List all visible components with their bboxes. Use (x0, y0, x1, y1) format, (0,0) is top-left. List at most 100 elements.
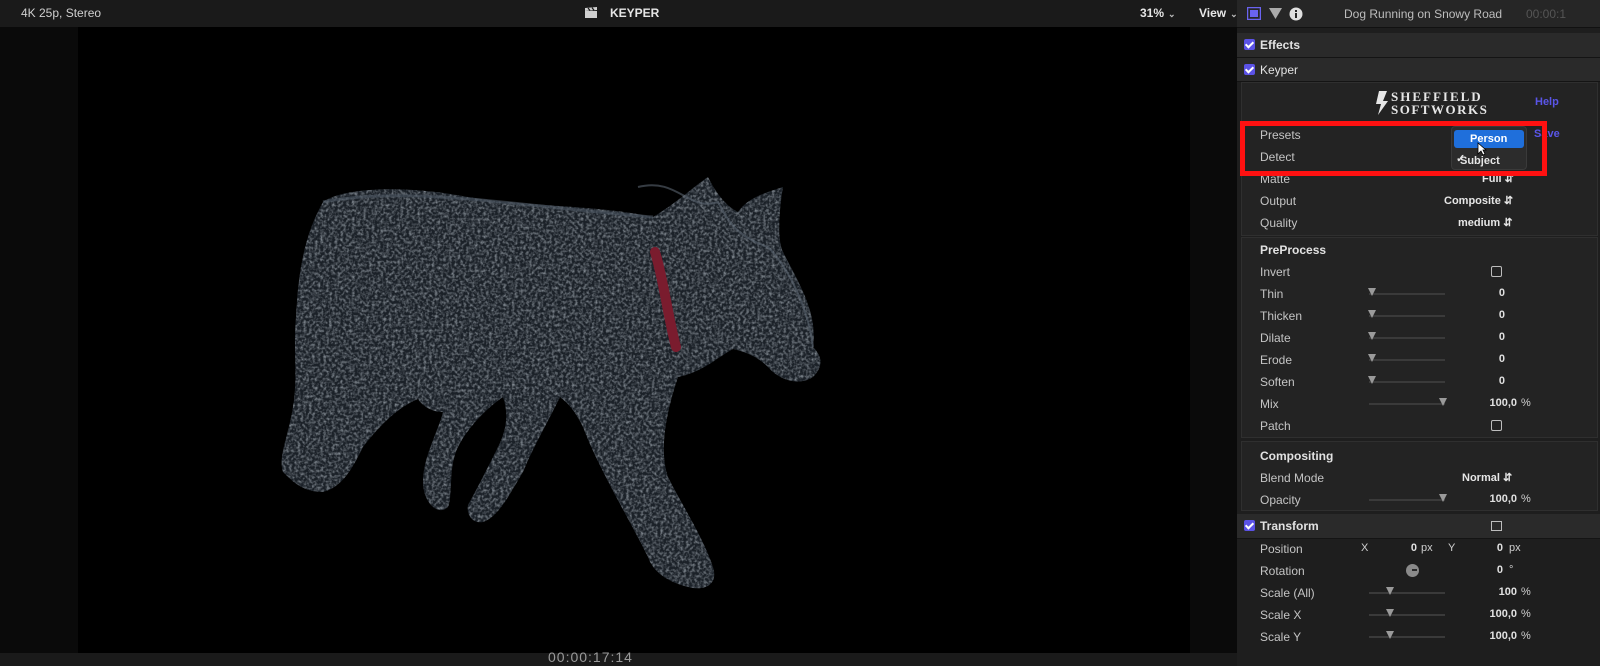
erode-slider[interactable] (1368, 354, 1445, 362)
video-inspector-icon[interactable] (1247, 7, 1261, 20)
scale-y-label: Scale Y (1260, 630, 1302, 644)
soften-value[interactable]: 0 (1475, 375, 1505, 387)
scale-all-slider-thumb[interactable] (1386, 587, 1394, 595)
keyper-checkbox[interactable] (1244, 64, 1255, 75)
scale-all-slider[interactable] (1369, 587, 1445, 595)
svg-text:SOFTWORKS: SOFTWORKS (1391, 102, 1488, 117)
thicken-label: Thicken (1260, 309, 1303, 323)
opacity-value[interactable]: 100,0 (1455, 493, 1517, 505)
mix-slider-thumb[interactable] (1439, 398, 1447, 406)
inspector-header: Dog Running on Snowy Road 00:00:1 (1237, 0, 1600, 28)
viewer-title: KEYPER (610, 6, 660, 20)
transform-label: Transform (1260, 519, 1319, 533)
onscreen-controls-icon[interactable] (1491, 521, 1502, 531)
position-x-value[interactable]: 0 (1397, 542, 1417, 554)
thin-slider[interactable] (1368, 288, 1445, 296)
filter-icon[interactable] (1269, 7, 1282, 20)
scale-all-value[interactable]: 100 (1455, 586, 1517, 598)
patch-checkbox[interactable] (1491, 420, 1502, 431)
soften-label: Soften (1260, 375, 1295, 389)
opacity-slider-thumb[interactable] (1439, 494, 1447, 502)
dog-keyed-image (281, 177, 821, 589)
soften-slider[interactable] (1368, 376, 1445, 384)
patch-row: Patch (1237, 415, 1600, 437)
erode-value[interactable]: 0 (1475, 353, 1505, 365)
erode-label: Erode (1260, 353, 1293, 367)
effects-label: Effects (1260, 38, 1301, 52)
patch-label: Patch (1260, 419, 1291, 433)
opacity-label: Opacity (1260, 493, 1301, 507)
timecode-display: 00:00:17:14 (548, 649, 633, 665)
scale-y-unit: % (1521, 630, 1531, 642)
transform-section[interactable]: Transform (1237, 514, 1600, 539)
scale-y-slider-thumb[interactable] (1386, 631, 1394, 639)
opacity-unit: % (1521, 493, 1531, 505)
scale-all-label: Scale (All) (1260, 586, 1315, 600)
video-canvas[interactable] (78, 27, 1190, 653)
quality-row: Quality medium ⇵ (1237, 212, 1600, 234)
blend-mode-popup[interactable]: Normal ⇵ (1462, 471, 1512, 484)
soften-row: Soften 0 (1237, 371, 1600, 393)
highlight-annotation-box (1240, 121, 1547, 176)
position-y-label: Y (1448, 542, 1456, 554)
mix-row: Mix 100,0 % (1237, 393, 1600, 415)
help-link[interactable]: Help (1535, 96, 1559, 108)
dilate-slider-thumb[interactable] (1368, 332, 1376, 340)
quality-value: medium (1458, 217, 1501, 229)
clapper-icon (585, 7, 597, 18)
view-menu[interactable]: View ⌄ (1199, 6, 1238, 20)
scale-y-slider[interactable] (1369, 631, 1445, 639)
erode-slider-thumb[interactable] (1368, 354, 1376, 362)
sheffield-softworks-logo: SHEFFIELD SOFTWORKS (1376, 89, 1488, 117)
invert-row: Invert (1237, 261, 1600, 283)
clip-duration: 00:00:1 (1526, 7, 1567, 21)
mix-unit: % (1521, 397, 1531, 409)
zoom-menu[interactable]: 31% ⌄ (1140, 6, 1176, 20)
rotation-dial-icon[interactable] (1406, 564, 1419, 577)
clip-name: Dog Running on Snowy Road (1344, 7, 1503, 21)
scale-y-value[interactable]: 100,0 (1455, 630, 1517, 642)
info-icon[interactable] (1289, 7, 1303, 21)
transform-checkbox[interactable] (1244, 520, 1255, 531)
scale-x-slider-thumb[interactable] (1386, 609, 1394, 617)
mix-label: Mix (1260, 397, 1279, 411)
thicken-slider-thumb[interactable] (1368, 310, 1376, 318)
rotation-value[interactable]: 0 (1483, 564, 1503, 576)
invert-label: Invert (1260, 265, 1291, 279)
dilate-slider[interactable] (1368, 332, 1445, 340)
position-y-unit: px (1509, 542, 1521, 554)
thin-label: Thin (1260, 287, 1284, 301)
dilate-value[interactable]: 0 (1475, 331, 1505, 343)
thicken-row: Thicken 0 (1237, 305, 1600, 327)
rotation-unit: ° (1509, 564, 1514, 576)
scale-x-row: Scale X 100,0 % (1237, 604, 1600, 626)
blend-mode-label: Blend Mode (1260, 471, 1325, 485)
thin-slider-thumb[interactable] (1368, 288, 1376, 296)
keyper-section[interactable]: Keyper (1237, 58, 1600, 82)
output-row: Output Composite ⇵ (1237, 190, 1600, 212)
scale-all-unit: % (1521, 586, 1531, 598)
inspector-panel: Dog Running on Snowy Road 00:00:1 Effect… (1237, 0, 1600, 666)
thin-value[interactable]: 0 (1475, 287, 1505, 299)
invert-checkbox[interactable] (1491, 266, 1502, 277)
soften-slider-thumb[interactable] (1368, 376, 1376, 384)
mix-value[interactable]: 100,0 (1455, 397, 1517, 409)
effects-checkbox[interactable] (1244, 39, 1255, 50)
mix-slider[interactable] (1369, 398, 1447, 406)
position-row: Position X 0 px Y 0 px (1237, 538, 1600, 560)
thicken-value[interactable]: 0 (1475, 309, 1505, 321)
scale-x-slider[interactable] (1369, 609, 1445, 617)
quality-popup[interactable]: medium ⇵ (1458, 216, 1512, 229)
output-value: Composite (1444, 195, 1501, 207)
position-y-value[interactable]: 0 (1483, 542, 1503, 554)
dilate-label: Dilate (1260, 331, 1291, 345)
scale-x-value[interactable]: 100,0 (1455, 608, 1517, 620)
thicken-slider[interactable] (1368, 310, 1445, 318)
dilate-row: Dilate 0 (1237, 327, 1600, 349)
rotation-row: Rotation 0 ° (1237, 560, 1600, 582)
erode-row: Erode 0 (1237, 349, 1600, 371)
opacity-row: Opacity 100,0 % (1237, 489, 1600, 511)
opacity-slider[interactable] (1369, 494, 1447, 502)
output-popup[interactable]: Composite ⇵ (1444, 194, 1513, 207)
format-label: 4K 25p, Stereo (21, 6, 102, 20)
